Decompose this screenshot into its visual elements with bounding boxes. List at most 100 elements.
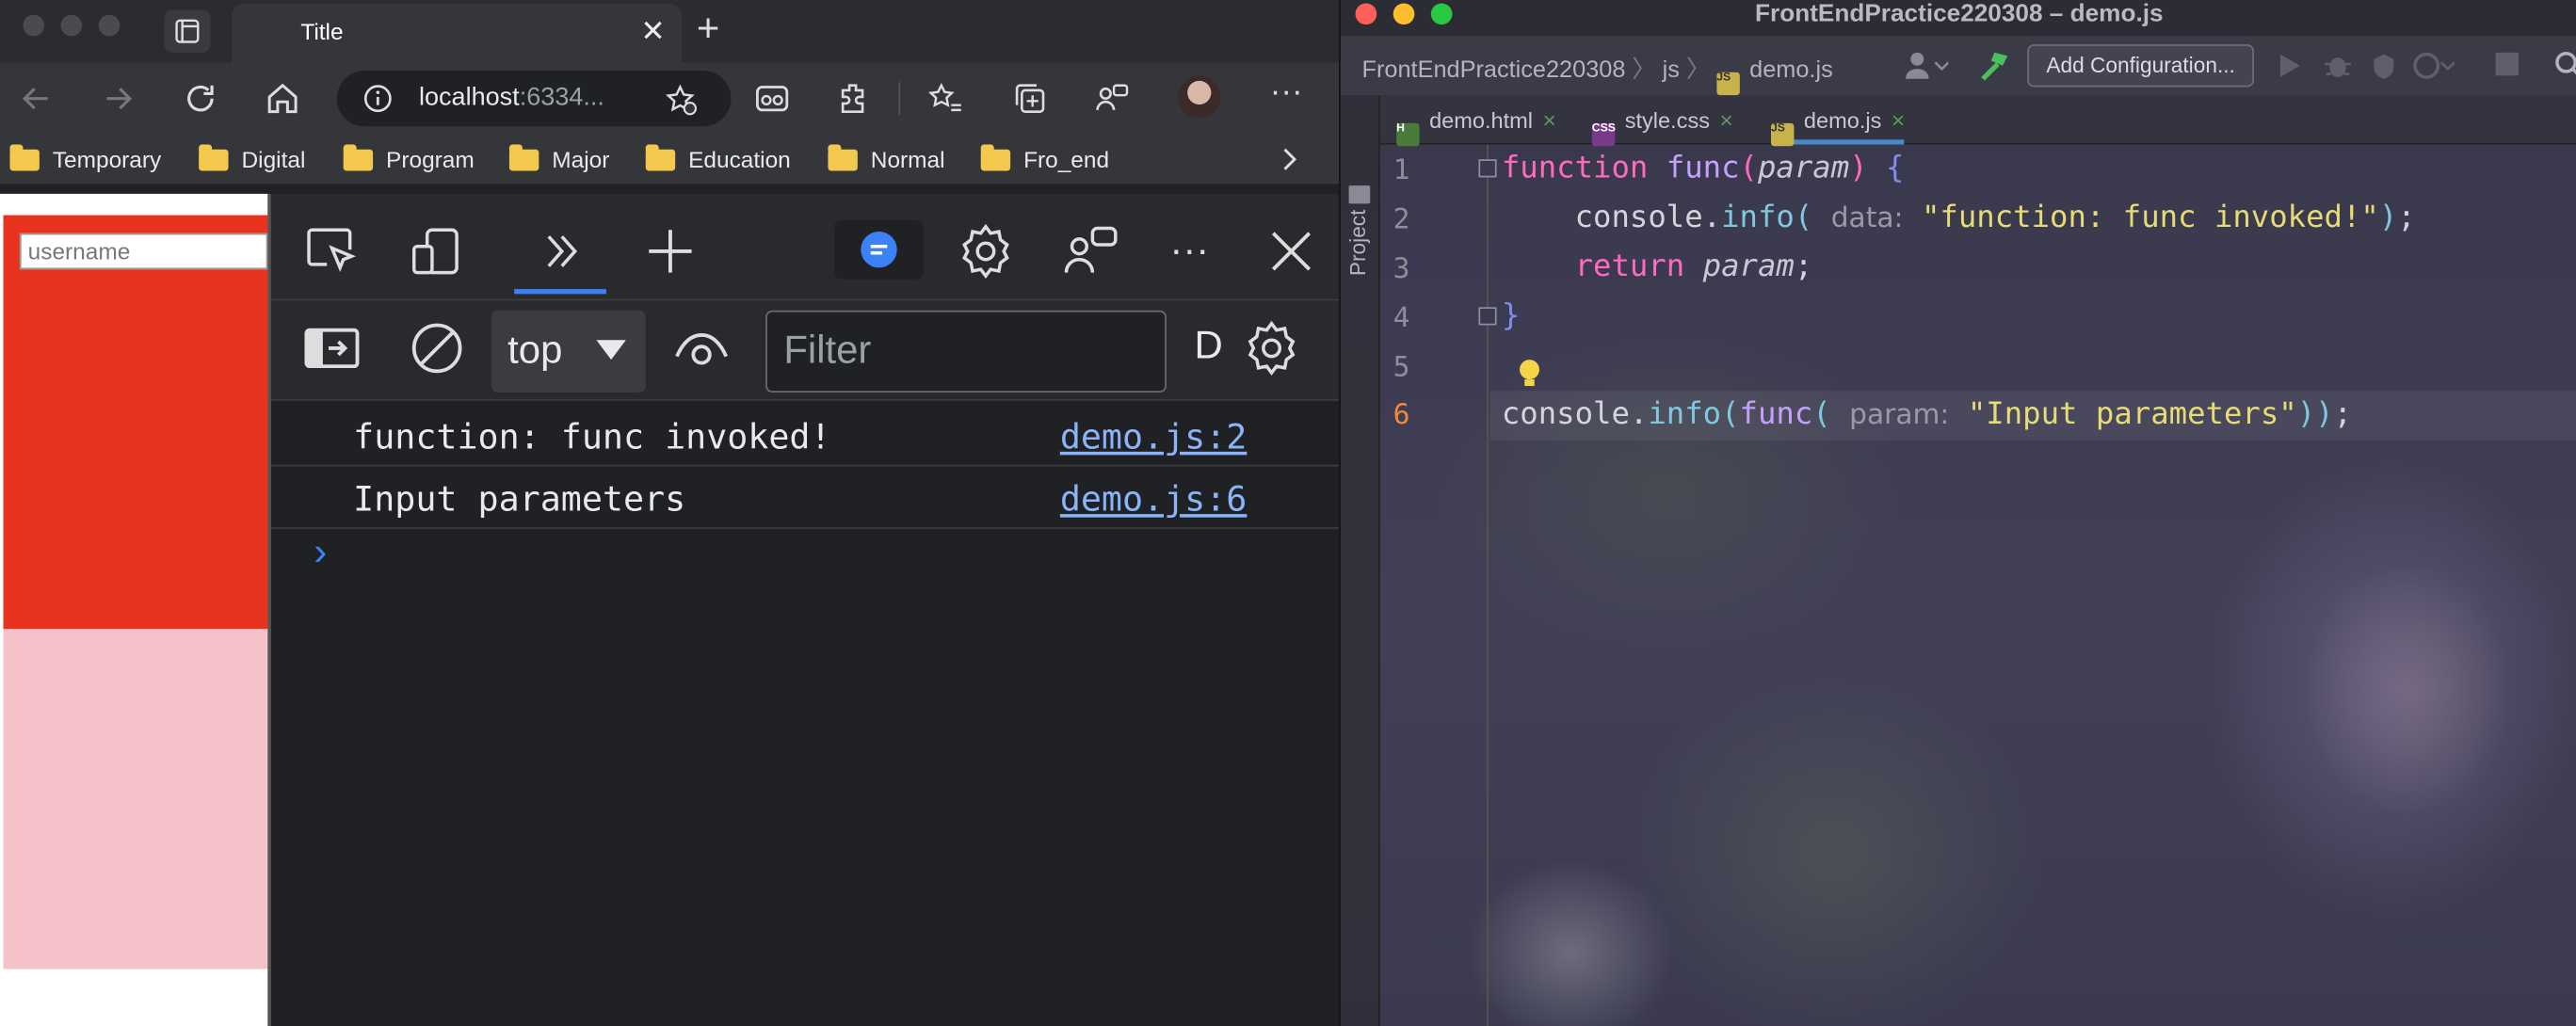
code-line: console.info( data: "function: func invo… [1574,200,2416,235]
editor-tabs: Hdemo.html × CSS style.css × JS demo.js × [1379,95,2576,147]
debug-icon[interactable] [2323,51,2352,88]
add-tool-icon[interactable] [642,223,698,279]
context-select[interactable]: top [491,310,646,393]
html-file-icon: H [1396,122,1420,147]
username-input[interactable]: username [19,232,268,270]
tab-demo-html[interactable]: Hdemo.html × [1396,95,1556,147]
add-configuration-button[interactable]: Add Configuration... [2027,44,2255,88]
devtools-toolbar: ··· [270,193,1340,299]
breadcrumb-folder[interactable]: js [1663,57,1680,84]
immersive-reader-icon[interactable] [752,79,792,119]
pink-block [3,629,268,970]
close-tab-icon[interactable]: × [1543,106,1556,133]
collections-icon[interactable] [1010,79,1050,119]
devtools-feedback-icon[interactable] [1063,223,1119,279]
intention-bulb-icon[interactable] [1517,358,1543,399]
clear-console-icon[interactable] [409,320,464,376]
js-file-icon: JS [1771,122,1795,147]
parameter-hint: data: [1830,201,1904,235]
tab-title: Title [300,18,344,45]
bookmark-folder[interactable]: Education [645,143,791,176]
add-favorite-icon[interactable] [666,84,699,125]
bookmark-folder[interactable]: Fro_end [980,143,1109,176]
bookmark-folder[interactable]: Digital [199,143,305,176]
run-icon[interactable] [2277,51,2303,88]
extensions-icon[interactable] [834,79,874,119]
devtools-panel: ··· top Filter D function: func invoked!… [267,193,1340,1026]
close-tab-icon[interactable]: × [1720,106,1733,133]
line-number-gutter: 1 2 3 4 5 6 [1380,144,1497,1026]
folder-icon [9,143,40,170]
close-tab-icon[interactable]: ✕ [640,15,665,50]
address-bar[interactable]: localhost:6334... [336,71,732,127]
more-menu-icon[interactable]: ··· [1266,72,1306,112]
bookmark-folder[interactable]: Program [343,143,475,176]
feedback-chat-icon[interactable] [834,219,924,280]
code-line: console.info(func( param: "Input paramet… [1501,397,2353,432]
bookmark-folder[interactable]: Normal [828,143,945,176]
breadcrumb: FrontEndPractice220308 〉 js 〉 JS demo.js [1362,51,1833,96]
tab-style-css[interactable]: CSS style.css × [1591,95,1733,147]
device-emulation-icon[interactable] [409,223,464,279]
line-number: 3 [1393,252,1410,286]
feedback-icon[interactable] [1092,79,1132,119]
profile-avatar[interactable] [1178,75,1221,119]
tab-strip: Title ✕ + [0,0,1340,63]
breadcrumb-file[interactable]: demo.js [1749,57,1833,84]
browser-tab[interactable]: Title ✕ [232,3,683,63]
inspect-element-icon[interactable] [304,223,360,279]
console-prompt-icon[interactable]: › [314,531,327,577]
new-tab-icon[interactable]: + [697,7,719,53]
devtools-settings-icon[interactable] [958,223,1013,280]
minimize-traffic-light[interactable] [60,14,83,37]
folder-icon [828,143,858,170]
console-filter-input[interactable]: Filter [765,310,1167,393]
tab-actions-icon[interactable] [164,9,211,53]
line-number-current: 6 [1393,399,1410,432]
live-expression-eye-icon[interactable] [673,320,729,376]
js-file-icon: JS [1716,72,1740,96]
stop-icon[interactable] [2495,52,2519,76]
bookmark-folder[interactable]: Major [508,143,609,176]
close-tab-icon[interactable]: × [1892,106,1905,133]
breadcrumb-project[interactable]: FrontEndPractice220308 [1362,57,1626,84]
code-editor[interactable]: function func(param) { console.info( dat… [1489,145,2576,1026]
profile-run-icon[interactable] [2412,51,2455,88]
favorites-bar: Temporary Digital Program Major Educatio… [0,135,1340,184]
build-hammer-icon[interactable] [1978,48,2014,92]
project-tool-button[interactable]: Project [1345,210,1370,277]
favorites-icon[interactable] [926,79,966,119]
search-everywhere-icon[interactable] [2553,49,2576,87]
bookmark-folder[interactable]: Temporary [9,143,161,176]
window-title: FrontEndPractice220308 – demo.js [1755,0,2164,28]
default-levels-dropdown[interactable]: D [1195,324,1223,370]
tool-window-strip: Project [1340,95,1380,1026]
url-text: localhost:6334... [418,83,604,112]
toolbar-divider [898,82,901,116]
devtools-more-icon[interactable]: ··· [1162,223,1217,279]
log-message: Input parameters [353,479,686,520]
log-source-link[interactable]: demo.js:6 [1060,480,1248,520]
console-settings-icon[interactable] [1244,320,1299,377]
toggle-sidebar-icon[interactable] [304,320,360,376]
tab-demo-js[interactable]: JS demo.js × [1771,95,1906,147]
project-folder-icon[interactable] [1348,185,1371,204]
refresh-icon[interactable] [181,79,220,119]
close-traffic-light[interactable] [23,14,45,37]
code-line: } [1501,298,1521,334]
close-devtools-icon[interactable] [1264,223,1319,279]
site-info-icon[interactable] [363,84,393,121]
back-icon[interactable] [16,79,56,119]
coverage-icon[interactable] [2369,51,2398,88]
more-tools-chevron-icon[interactable] [534,223,589,279]
home-icon[interactable] [263,79,302,119]
user-icon[interactable] [1903,49,1950,90]
folder-icon [343,143,374,170]
parameter-hint: param: [1849,399,1950,432]
apple-favicon-icon [254,20,281,46]
zoom-traffic-light[interactable] [98,14,121,37]
chevron-right-icon[interactable] [1279,143,1301,176]
forward-icon[interactable] [99,79,138,119]
log-source-link[interactable]: demo.js:2 [1060,417,1248,457]
page-viewport: username [0,193,268,1026]
